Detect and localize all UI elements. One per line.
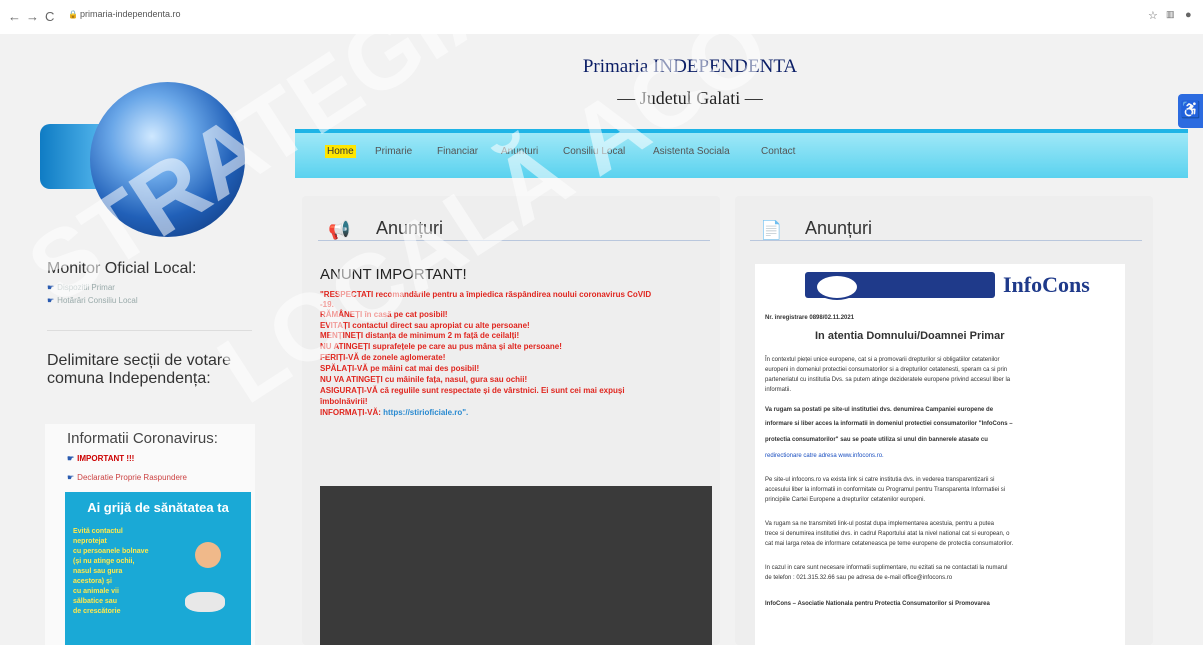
main-nav: Home Primarie Financiar Anunturi Consili… — [295, 129, 1188, 178]
doc-line: In cazul in care sunt necesare informati… — [765, 565, 1008, 571]
health-line: cu persoanele bolnave — [73, 548, 149, 555]
profile-icon[interactable]: ● — [1185, 9, 1192, 21]
vote-title-1: Delimitare secții de votare — [47, 352, 232, 369]
health-title: Ai grijă de sănătatea ta — [87, 500, 229, 515]
site-title: Primaria INDEPENDENTA — [582, 56, 798, 77]
vote-title-2: comuna Independența: — [47, 370, 211, 387]
infocons-emblem — [815, 274, 859, 300]
doc-line: informare si liber acces la informatii i… — [765, 421, 1013, 427]
panel-right-heading: Anunțuri — [805, 218, 873, 238]
doc-line: trece si denumirea institutiei dvs. in c… — [765, 531, 1010, 537]
lock-icon: 🔒 — [68, 10, 78, 19]
video-embed[interactable] — [320, 486, 712, 645]
back-button[interactable]: ← — [8, 9, 21, 24]
notice-title: ANUNT IMPORTANT! — [320, 266, 467, 283]
doc-line: de telefon : 021.315.32.66 sau pe adresa… — [765, 575, 953, 581]
address-bar[interactable]: primaria-independenta.ro — [80, 9, 1160, 25]
infocons-letter[interactable]: InfoCons Nr. înregistrare 0898/02.11.202… — [755, 264, 1125, 645]
star-icon[interactable]: ☆ — [1148, 9, 1158, 22]
notice-line: FERIȚI-VĂ de zonele aglomerate! — [320, 353, 446, 362]
nav-primarie[interactable]: Primarie — [373, 145, 414, 158]
doc-registration: Nr. înregistrare 0898/02.11.2021 — [765, 315, 855, 321]
doc-line: Va rugam sa postati pe site-ul instituti… — [765, 407, 994, 413]
link-declaratie[interactable]: ☛ Declaratie Proprie Raspundere — [67, 473, 187, 482]
doc-line: InfoCons – Asociatie Nationala pentru Pr… — [765, 601, 990, 607]
megaphone-icon: 📢 — [328, 220, 351, 240]
link-hotarari[interactable]: ☛ Hotărâri Consiliu Local — [47, 296, 138, 305]
health-line: acestora) și — [73, 578, 112, 585]
corona-title: Informatii Coronavirus: — [67, 430, 218, 447]
doc-line: europeni in domeniul protectiei consumat… — [765, 367, 1008, 373]
notice-line: EVITAȚI contactul direct sau apropiat cu… — [320, 321, 530, 330]
accessibility-icon[interactable]: ♿ — [1178, 94, 1203, 128]
doc-line: protectia consumatorilor" sau se poate u… — [765, 437, 988, 443]
health-line: (și nu atinge ochii, — [73, 558, 135, 565]
doc-line: parteneriatul cu institutia Dvs. sa pute… — [765, 377, 1011, 383]
pointer-icon: ☛ — [67, 454, 75, 463]
nav-asistenta-sociala[interactable]: Asistenta Sociala — [651, 145, 732, 158]
pointer-icon: ☛ — [47, 296, 55, 305]
notice-line: SPĂLAȚI-VĂ pe mâini cat mai des posibil! — [320, 364, 480, 373]
doc-line: cat mai larga retea de informare cetaten… — [765, 541, 1014, 547]
nav-home[interactable]: Home — [325, 145, 356, 158]
health-line: Evită contactul — [73, 528, 123, 535]
health-line: neprotejat — [73, 538, 107, 545]
link-dispozitii-label: Dispozitii Primar — [57, 283, 115, 292]
doc-line[interactable]: redirectionare catre adresa www.infocons… — [765, 452, 884, 460]
health-line: cu animale vii — [73, 588, 119, 595]
health-line: sălbatice sau — [73, 598, 117, 605]
doc-line: În contextul pieței unice europene, cat … — [765, 357, 1000, 363]
forward-button[interactable]: → — [26, 9, 39, 24]
doc-line: accesului liber la informatii in conform… — [765, 487, 1006, 493]
person-illustration — [195, 542, 221, 568]
sidebar-divider — [47, 330, 252, 331]
doc-title: In atentia Domnului/Doamnei Primar — [815, 330, 1005, 342]
document-icon: 📄 — [760, 220, 783, 240]
notice-line: îmbolnăvirii! — [320, 397, 368, 406]
notice-line: ASIGURAȚI-VĂ că regulile sunt respectate… — [320, 386, 625, 395]
info-link[interactable]: https://stirioficiale.ro". — [383, 408, 468, 417]
notice-line: -19. — [320, 300, 334, 309]
link-hotarari-label: Hotărâri Consiliu Local — [57, 296, 138, 305]
site-subtitle: –– Judetul Galati –– — [617, 88, 763, 108]
notice-line: "RESPECTATI recomandările pentru a împie… — [320, 290, 652, 299]
infocons-logo: InfoCons — [805, 272, 1090, 300]
notice-line: NU ATINGEȚI suprafețele pe care au pus m… — [320, 342, 562, 351]
pointer-icon: ☛ — [47, 283, 55, 292]
link-important-label: IMPORTANT !!! — [77, 454, 135, 463]
globe-logo[interactable] — [90, 82, 245, 237]
extension-icon[interactable]: ▥ — [1166, 9, 1175, 20]
nav-anunturi[interactable]: Anunturi — [499, 145, 540, 158]
reload-button[interactable]: C — [45, 9, 54, 24]
link-dispozitii[interactable]: ☛ Dispozitii Primar — [47, 283, 115, 292]
link-declaratie-label: Declaratie Proprie Raspundere — [77, 473, 188, 482]
notice-info: INFORMAȚI-VĂ: https://stirioficiale.ro". — [320, 408, 710, 417]
notice-line: NU VA ATINGEȚI cu mâinile fața, nasul, g… — [320, 375, 528, 384]
doc-line: informatii. — [765, 387, 792, 393]
notice-line: RĂMÂNEȚI în casă pe cat posibil! — [320, 310, 448, 319]
health-line: de crescătorie — [73, 608, 121, 615]
coronavirus-panel: Informatii Coronavirus: ☛ IMPORTANT !!! ☛… — [45, 424, 255, 645]
infocons-brand: InfoCons — [1003, 272, 1090, 297]
page: Primaria INDEPENDENTA –– Judetul Galati … — [0, 0, 1203, 645]
panel-left-rule — [318, 240, 710, 241]
link-important[interactable]: ☛ IMPORTANT !!! — [67, 454, 134, 463]
nav-financiar[interactable]: Financiar — [435, 145, 480, 158]
panel-right-rule — [750, 240, 1142, 241]
health-line: nasul sau gura — [73, 568, 123, 575]
nav-consiliu-local[interactable]: Consiliu Local — [561, 145, 627, 158]
animal-illustration — [185, 592, 225, 612]
nav-contact[interactable]: Contact — [759, 145, 797, 158]
panel-left-heading: Anunțuri — [376, 218, 444, 238]
info-prefix: INFORMAȚI-VĂ: — [320, 408, 381, 417]
doc-line: Pe site-ul infocons.ro va exista link si… — [765, 477, 995, 483]
pointer-icon: ☛ — [67, 473, 75, 482]
monitor-title: Monitor Oficial Local: — [47, 260, 197, 277]
doc-line: principiile Cartei Europene a drepturilo… — [765, 497, 926, 503]
notice-line: MENȚINEȚI distanța de minimum 2 m față d… — [320, 331, 520, 340]
doc-line: Va rugam sa ne transmiteti link-ul posta… — [765, 521, 995, 527]
health-banner[interactable]: Ai grijă de sănătatea ta Evită contactul… — [65, 492, 251, 645]
browser-toolbar: ← → C 🔒 primaria-independenta.ro ☆ ▥ ● — [0, 0, 1203, 34]
